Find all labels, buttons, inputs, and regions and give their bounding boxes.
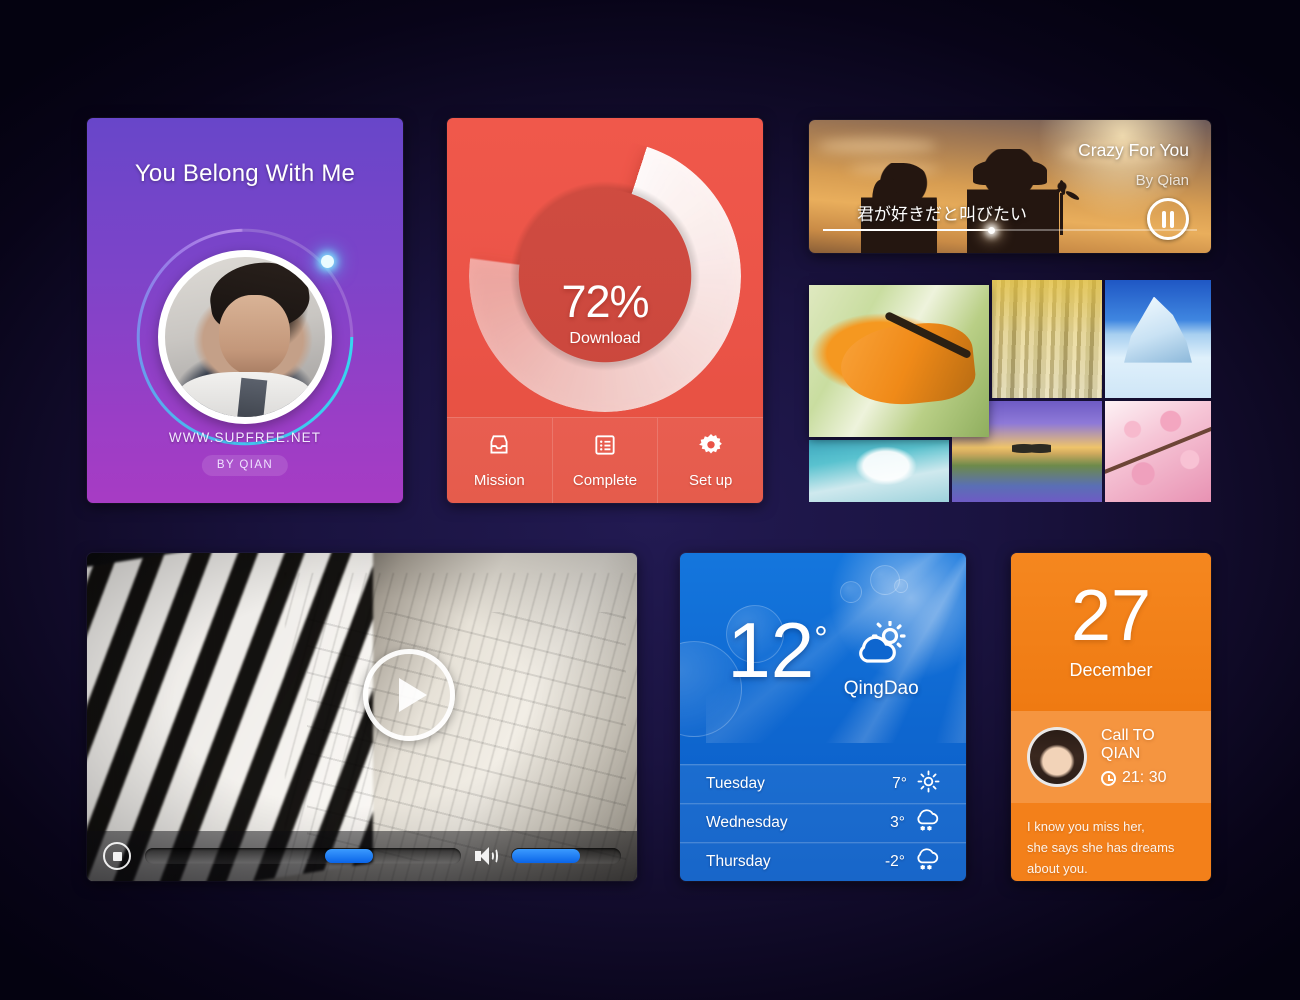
photo-thumb-sakura[interactable] xyxy=(1105,401,1211,502)
lake-trees xyxy=(1012,441,1051,456)
music-title: Crazy For You xyxy=(1078,140,1189,160)
volume-icon[interactable] xyxy=(475,846,498,866)
nav-item-setup[interactable]: Set up xyxy=(658,418,763,503)
forecast-row-tuesday[interactable]: Tuesday 7° xyxy=(680,764,966,803)
contact-reminder[interactable]: Call TO QIAN 21: 30 xyxy=(1011,711,1211,803)
pause-icon[interactable] xyxy=(1147,198,1189,240)
bubble-decoration xyxy=(894,579,908,593)
calendar-card: 27 December Call TO QIAN 21: 30 I know y… xyxy=(1011,553,1211,881)
current-temperature-value: 12 xyxy=(727,606,815,694)
weather-forecast-list: Tuesday 7° Wednesday 3° Thursday -2° xyxy=(680,764,966,881)
music-lyric: 君が好きだと叫びたい xyxy=(857,205,1027,225)
volume-fill xyxy=(512,849,580,863)
sun-behind-cloud-icon xyxy=(850,620,912,671)
photo-thumb-snake[interactable] xyxy=(809,285,989,437)
bubble-decoration xyxy=(840,581,862,603)
sun-icon xyxy=(917,770,940,798)
reminder-note: I know you miss her, she says she has dr… xyxy=(1011,803,1211,879)
weather-city: QingDao xyxy=(843,678,919,699)
site-url: WWW.SUPFREE.NET xyxy=(168,430,322,445)
weather-card: 12° QingDao Tuesday 7° Wednesday 3° Thur… xyxy=(680,553,966,881)
volume-slider[interactable] xyxy=(511,848,621,864)
contact-time: 21: 30 xyxy=(1122,769,1167,786)
iceberg-shape xyxy=(1124,296,1192,363)
ring-progress-dot xyxy=(321,255,334,268)
calendar-month: December xyxy=(1069,659,1153,680)
contact-info: Call TO QIAN 21: 30 xyxy=(1101,727,1195,787)
author-badge: BY QIAN xyxy=(201,455,289,476)
forecast-temp: 3° xyxy=(890,814,905,831)
nav-item-mission[interactable]: Mission xyxy=(447,418,553,503)
music-player-card: Crazy For You By Qian 君が好きだと叫びたい xyxy=(809,120,1211,253)
play-icon[interactable] xyxy=(363,649,455,741)
degree-symbol: ° xyxy=(814,620,828,658)
photo-grid xyxy=(809,280,1211,502)
nav-item-setup-label: Set up xyxy=(688,472,733,489)
reminder-note-line1: I know you miss her, xyxy=(1027,819,1145,834)
video-player-card[interactable] xyxy=(87,553,637,881)
cloud-decoration xyxy=(817,138,937,154)
music-progress-bar[interactable] xyxy=(823,226,1197,234)
snow-cloud-icon xyxy=(915,848,940,876)
nav-item-complete-label: Complete xyxy=(572,472,638,489)
silhouette-flowers xyxy=(1039,179,1085,235)
gear-icon xyxy=(698,432,724,463)
download-card: 72% Download Mission Complete Set up xyxy=(447,118,763,503)
nav-item-complete[interactable]: Complete xyxy=(553,418,659,503)
profile-card: You Belong With Me WWW.SUPFREE.NET BY QI… xyxy=(87,118,403,503)
donut-center-labels: 72% Download xyxy=(505,276,705,348)
forecast-row-thursday[interactable]: Thursday -2° xyxy=(680,842,966,881)
weather-condition-block: QingDao xyxy=(843,620,919,700)
play-triangle xyxy=(399,678,427,712)
nav-item-mission-label: Mission xyxy=(473,472,525,489)
photo-thumb-iceberg[interactable] xyxy=(1105,280,1211,398)
contact-time-row: 21: 30 xyxy=(1101,769,1195,787)
contact-name: Call TO QIAN xyxy=(1101,727,1155,762)
snake-body xyxy=(837,317,979,411)
forecast-day: Wednesday xyxy=(706,814,788,831)
forecast-temp: 7° xyxy=(892,775,907,792)
calendar-day: 27 xyxy=(1070,576,1152,657)
contact-avatar[interactable] xyxy=(1027,727,1087,787)
seek-thumb[interactable] xyxy=(325,849,374,863)
download-nav: Mission Complete Set up xyxy=(447,417,763,503)
photo-thumb-frost-tree[interactable] xyxy=(809,440,949,502)
music-artist: By Qian xyxy=(1135,172,1189,189)
avatar[interactable] xyxy=(158,250,332,424)
video-controls-bar xyxy=(87,831,637,881)
snow-cloud-icon xyxy=(915,809,940,837)
seek-slider[interactable] xyxy=(145,848,461,864)
forecast-day: Thursday xyxy=(706,853,771,870)
avatar-face xyxy=(219,295,290,376)
reminder-note-line2: she says she has dreams xyxy=(1027,839,1175,855)
download-percent: 72% xyxy=(561,276,649,327)
download-label: Download xyxy=(569,330,641,347)
page-title: You Belong With Me xyxy=(134,160,356,187)
forecast-day: Tuesday xyxy=(706,775,765,792)
silhouette-cap xyxy=(973,159,1047,185)
forest-overlay xyxy=(992,280,1102,398)
photo-thumb-forest[interactable] xyxy=(992,280,1102,398)
reminder-note-line3: about you. xyxy=(1027,860,1088,876)
avatar-tie xyxy=(236,377,267,417)
music-progress-knob[interactable] xyxy=(987,226,995,234)
stop-icon[interactable] xyxy=(103,842,131,870)
forecast-temp: -2° xyxy=(885,853,905,870)
current-temperature: 12° xyxy=(727,611,828,689)
profile-progress-ring xyxy=(136,228,354,446)
calendar-date-block: 27 December xyxy=(1011,553,1211,711)
sakura-branch xyxy=(1105,424,1211,475)
clock-icon xyxy=(1101,770,1116,786)
weather-current: 12° QingDao xyxy=(680,611,966,700)
forecast-row-wednesday[interactable]: Wednesday 3° xyxy=(680,803,966,842)
inbox-icon xyxy=(486,432,512,463)
list-icon xyxy=(592,432,618,463)
music-progress-fill xyxy=(823,229,992,231)
frost-tree-shape xyxy=(845,444,927,498)
